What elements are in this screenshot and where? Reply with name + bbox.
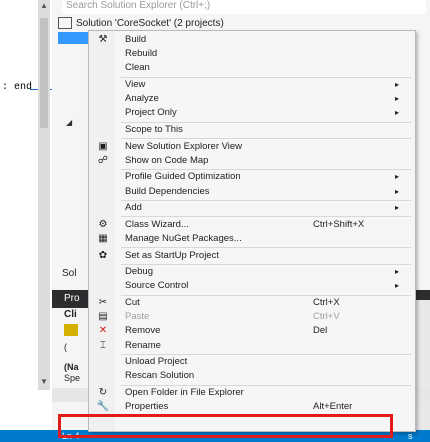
menu-item-shortcut: Del <box>313 325 328 337</box>
scroll-down-arrow-icon[interactable]: ▼ <box>38 376 50 388</box>
editor-text: : end <box>2 82 33 93</box>
solution-truncated-label: Sol <box>62 268 77 279</box>
menu-item-profile-guided-optimization[interactable]: Profile Guided Optimization ▸ <box>89 170 415 184</box>
menu-item-view[interactable]: View ▸ <box>89 78 415 92</box>
scrollbar-thumb[interactable] <box>40 18 48 128</box>
menu-item-label: Open Folder in File Explorer <box>125 387 244 398</box>
build-icon: ⚒ <box>98 34 108 45</box>
menu-item-shortcut: Alt+Enter <box>313 401 353 413</box>
menu-item-scope-to-this[interactable]: Scope to This <box>89 123 415 137</box>
submenu-arrow-icon: ▸ <box>395 108 400 118</box>
submenu-arrow-icon: ▸ <box>395 80 400 89</box>
menu-item-analyze[interactable]: Analyze ▸ <box>89 92 415 106</box>
menu-item-label: Rebuild <box>125 48 158 60</box>
menu-item-build[interactable]: ⚒ Build <box>89 33 415 47</box>
properties-tab[interactable]: Pro <box>64 293 80 304</box>
editor-vertical-scrollbar[interactable]: ▲ ▼ <box>38 0 50 390</box>
menu-item-remove[interactable]: ✕ Remove Del <box>89 324 415 338</box>
menu-item-manage-nuget-packages[interactable]: ▦ Manage NuGet Packages... <box>89 232 415 246</box>
submenu-arrow-icon: ▸ <box>395 267 400 277</box>
menu-item-label: Analyze <box>125 93 159 105</box>
menu-item-class-wizard[interactable]: ⚙ Class Wizard... Ctrl+Shift+X <box>89 218 415 232</box>
menu-item-properties[interactable]: 🔧 Properties Alt+Enter <box>89 400 415 414</box>
menu-item-build-dependencies[interactable]: Build Dependencies ▸ <box>89 185 415 199</box>
properties-paren: ( <box>64 342 67 352</box>
menu-item-label: Manage NuGet Packages... <box>125 233 242 244</box>
startup-icon: ✿ <box>98 249 108 261</box>
submenu-arrow-icon: ▸ <box>395 186 400 196</box>
menu-item-label: Build <box>125 34 147 45</box>
menu-item-label: Unload Project <box>125 356 188 368</box>
menu-item-label: Cut <box>125 297 140 308</box>
properties-name-label: (Na <box>64 362 79 372</box>
menu-item-label: View <box>125 79 146 90</box>
menu-item-add[interactable]: Add ▸ <box>89 201 415 215</box>
menu-item-label: Build Dependencies <box>125 185 210 197</box>
menu-item-label: New Solution Explorer View <box>125 140 243 152</box>
menu-item-unload-project[interactable]: Unload Project <box>89 355 415 369</box>
menu-item-label: Rename <box>125 339 161 351</box>
menu-item-rename[interactable]: ⌶ Rename <box>89 339 415 353</box>
menu-item-label: Set as StartUp Project <box>125 249 219 261</box>
menu-item-rescan-solution[interactable]: Rescan Solution <box>89 369 415 383</box>
scroll-up-arrow-icon[interactable]: ▲ <box>38 0 50 12</box>
menu-item-label: Debug <box>125 266 153 278</box>
menu-item-cut[interactable]: ✂ Cut Ctrl+X <box>89 296 415 310</box>
menu-item-label: Class Wizard... <box>125 218 189 230</box>
menu-item-label: Show on Code Map <box>125 154 209 166</box>
menu-item-clean[interactable]: Clean <box>89 61 415 75</box>
submenu-arrow-icon: ▸ <box>395 172 400 182</box>
menu-item-set-as-startup-project[interactable]: ✿ Set as StartUp Project <box>89 249 415 263</box>
menu-item-debug[interactable]: Debug ▸ <box>89 265 415 279</box>
submenu-arrow-icon: ▸ <box>395 94 400 104</box>
submenu-arrow-icon: ▸ <box>395 281 400 291</box>
class-wizard-icon: ⚙ <box>98 218 108 230</box>
menu-item-label: Properties <box>125 401 169 413</box>
menu-item-open-folder-in-file-explorer[interactable]: ↻ Open Folder in File Explorer <box>89 386 415 400</box>
open-folder-icon: ↻ <box>98 387 108 398</box>
solution-explorer-search[interactable]: Search Solution Explorer (Ctrl+;) <box>62 0 426 14</box>
rename-icon: ⌶ <box>100 339 106 351</box>
properties-object-label: Cli <box>64 309 77 320</box>
new-view-icon: ▣ <box>98 140 108 152</box>
menu-item-shortcut: Ctrl+X <box>313 297 340 308</box>
solution-icon <box>58 17 72 30</box>
context-menu: ⚒ Build Rebuild Clean View ▸ Analyze ▸ Project O… <box>88 30 416 432</box>
solution-root-label: Solution 'CoreSocket' (2 projects) <box>76 18 224 29</box>
menu-item-source-control[interactable]: Source Control ▸ <box>89 279 415 293</box>
properties-desc-label: Spe <box>64 373 81 383</box>
highlight-box <box>58 414 393 438</box>
menu-item-rebuild[interactable]: Rebuild <box>89 47 415 61</box>
menu-item-show-on-code-map[interactable]: ☍ Show on Code Map <box>89 154 415 168</box>
menu-item-label: Clean <box>125 62 150 74</box>
menu-item-shortcut: Ctrl+V <box>313 311 340 323</box>
menu-item-label: Add <box>125 202 142 214</box>
menu-item-label: Paste <box>125 311 150 323</box>
menu-item-project-only[interactable]: Project Only ▸ <box>89 106 415 120</box>
cut-icon: ✂ <box>98 297 108 308</box>
menu-item-paste[interactable]: ▤ Paste Ctrl+V <box>89 310 415 324</box>
wrench-icon: 🔧 <box>96 401 110 413</box>
menu-item-shortcut: Ctrl+Shift+X <box>313 218 365 230</box>
menu-item-label: Remove <box>125 325 161 337</box>
tree-expand-arrow-icon[interactable]: ◢ <box>66 118 72 127</box>
menu-item-new-solution-explorer-view[interactable]: ▣ New Solution Explorer View <box>89 140 415 154</box>
menu-item-label: Profile Guided Optimization <box>125 171 241 183</box>
menu-item-label: Project Only <box>125 107 177 119</box>
nuget-icon: ▦ <box>98 233 108 244</box>
menu-item-label: Scope to This <box>125 124 183 135</box>
categorized-icon[interactable] <box>64 324 78 336</box>
code-map-icon: ☍ <box>97 154 109 166</box>
menu-item-label: Source Control <box>125 280 189 292</box>
submenu-arrow-icon: ▸ <box>395 203 400 213</box>
paste-icon: ▤ <box>98 311 108 323</box>
remove-icon: ✕ <box>98 325 108 337</box>
menu-item-label: Rescan Solution <box>125 370 195 382</box>
